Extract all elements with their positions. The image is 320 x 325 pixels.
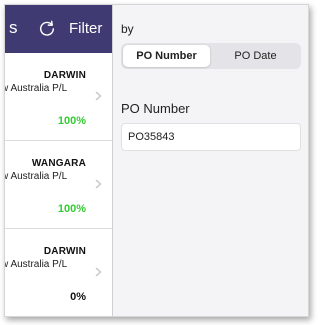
back-button[interactable]: s bbox=[9, 18, 18, 38]
list-item[interactable]: DARWIN w Australia P/L 0% bbox=[5, 229, 112, 316]
order-location: DARWIN bbox=[43, 246, 86, 257]
po-number-label: PO Number bbox=[121, 101, 190, 116]
order-company: w Australia P/L bbox=[5, 259, 68, 270]
order-location: DARWIN bbox=[43, 70, 86, 81]
list-item[interactable]: DARWIN w Australia P/L 100% bbox=[5, 53, 112, 141]
orders-list-pane: s Filter DARWIN w Australia P/L 100% WAN… bbox=[5, 5, 112, 316]
segment-po-date[interactable]: PO Date bbox=[212, 45, 299, 67]
chevron-right-icon bbox=[95, 267, 102, 277]
search-by-label: by bbox=[121, 22, 134, 36]
segment-po-number[interactable]: PO Number bbox=[123, 45, 210, 67]
order-company: w Australia P/L bbox=[5, 83, 68, 94]
search-by-segmented-control: PO Number PO Date bbox=[121, 43, 301, 69]
po-number-field[interactable] bbox=[121, 123, 301, 151]
app-window: s Filter DARWIN w Australia P/L 100% WAN… bbox=[4, 4, 309, 317]
chevron-right-icon bbox=[95, 179, 102, 189]
order-percent: 100% bbox=[57, 115, 86, 127]
list-item[interactable]: WANGARA w Australia P/L 100% bbox=[5, 141, 112, 229]
nav-bar: s Filter bbox=[5, 5, 112, 53]
order-location: WANGARA bbox=[31, 158, 86, 169]
chevron-right-icon bbox=[95, 91, 102, 101]
order-company: w Australia P/L bbox=[5, 171, 68, 182]
order-percent: 0% bbox=[70, 291, 86, 303]
filter-panel: by PO Number PO Date PO Number bbox=[113, 5, 308, 316]
filter-button[interactable]: Filter bbox=[69, 20, 102, 37]
refresh-icon[interactable] bbox=[38, 19, 56, 37]
order-percent: 100% bbox=[57, 203, 86, 215]
